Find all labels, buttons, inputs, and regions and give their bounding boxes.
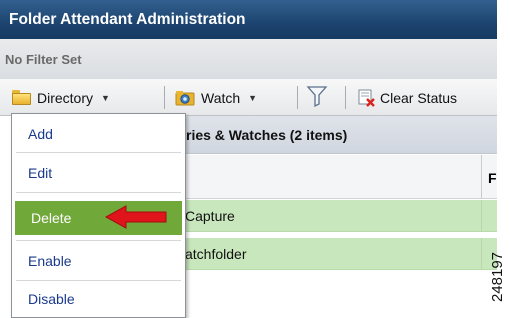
menu-item-edit[interactable]: Edit — [12, 156, 185, 190]
toolbar-separator — [297, 86, 298, 109]
menu-item-label: Edit — [28, 165, 53, 181]
watch-folder-icon — [175, 89, 195, 106]
panel-title: Folder Attendant Administration — [9, 10, 246, 28]
toolbar-separator — [345, 86, 346, 109]
column-divider — [481, 155, 482, 199]
watch-menu-button[interactable]: Watch ▼ — [175, 84, 257, 111]
menu-item-enable[interactable]: Enable — [12, 244, 185, 278]
menu-item-label: Disable — [28, 291, 75, 307]
row-name: atchfolder — [185, 245, 247, 262]
toolbar-separator — [164, 86, 165, 109]
row-name: Capture — [185, 207, 235, 224]
chevron-down-icon[interactable]: ▼ — [248, 93, 257, 103]
folder-icon — [12, 90, 31, 105]
menu-divider — [16, 240, 181, 241]
menu-item-label: Enable — [28, 253, 72, 269]
table-row[interactable]: atchfolder — [185, 238, 497, 270]
figure-id-text: 248197 — [489, 252, 506, 302]
filter-funnel-icon — [306, 84, 328, 111]
column-divider — [481, 238, 482, 270]
grid-column-header: F — [185, 155, 497, 199]
callout-arrow-icon — [104, 205, 167, 229]
clear-status-icon — [358, 89, 376, 107]
menu-item-add[interactable]: Add — [12, 117, 185, 151]
clear-status-button[interactable]: Clear Status — [358, 84, 457, 111]
directory-menu-button[interactable]: Directory ▼ — [12, 84, 110, 111]
menu-divider — [16, 192, 181, 193]
menu-divider — [16, 152, 181, 153]
filter-status-text: No Filter Set — [5, 51, 82, 67]
menu-item-label: Add — [28, 126, 53, 142]
grid-title-bar: ries & Watches (2 items) — [185, 116, 497, 154]
filter-status-bar: No Filter Set — [0, 39, 497, 79]
menu-item-label: Delete — [31, 210, 72, 226]
directory-label: Directory — [37, 89, 94, 106]
grid-title: ries & Watches (2 items) — [186, 126, 348, 143]
column-divider — [481, 200, 482, 232]
folder-attendant-panel: Folder Attendant Administration No Filte… — [0, 0, 497, 318]
column-header-label[interactable]: F — [488, 170, 497, 186]
clear-status-label: Clear Status — [380, 89, 458, 106]
filter-button[interactable] — [306, 84, 328, 111]
menu-item-disable[interactable]: Disable — [12, 282, 185, 316]
menu-divider — [16, 280, 181, 281]
table-row[interactable]: Capture — [185, 200, 497, 232]
watch-label: Watch — [201, 89, 241, 106]
panel-title-bar: Folder Attendant Administration — [0, 0, 497, 39]
chevron-down-icon[interactable]: ▼ — [101, 93, 110, 103]
toolbar: Directory ▼ Watch ▼ Clear Status — [0, 79, 497, 116]
figure-id-label: 248197 — [489, 252, 506, 302]
